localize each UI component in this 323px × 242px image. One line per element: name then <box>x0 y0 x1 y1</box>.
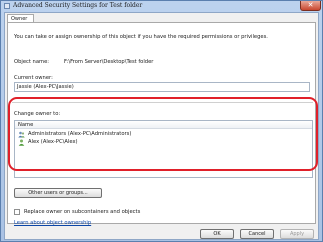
window-title: Advanced Security Settings for Test fold… <box>13 2 143 9</box>
window-icon <box>4 3 10 9</box>
current-owner-value: Jassie (Alex-PC\Jassie) <box>17 84 74 90</box>
cancel-button[interactable]: Cancel <box>240 229 274 239</box>
current-owner-field: Jassie (Alex-PC\Jassie) <box>14 82 310 92</box>
annotation-highlight <box>8 97 318 171</box>
other-users-button[interactable]: Other users or groups... <box>14 188 102 198</box>
dialog-window: Advanced Security Settings for Test fold… <box>0 0 323 242</box>
replace-owner-checkbox[interactable] <box>14 209 20 215</box>
apply-button[interactable]: Apply <box>280 229 314 239</box>
current-owner-label: Current owner: <box>14 75 53 81</box>
title-bar[interactable]: Advanced Security Settings for Test fold… <box>1 1 322 12</box>
object-name-value: F:\From Server\Desktop\Test folder <box>64 59 154 65</box>
object-name-label: Object name: <box>14 59 50 65</box>
learn-ownership-link[interactable]: Learn about object ownership <box>14 220 91 226</box>
intro-text: You can take or assign ownership of this… <box>14 34 268 40</box>
close-button[interactable]: ✕ <box>300 1 321 11</box>
replace-owner-label[interactable]: Replace owner on subcontainers and objec… <box>24 209 140 215</box>
ok-button[interactable]: OK <box>200 229 234 239</box>
